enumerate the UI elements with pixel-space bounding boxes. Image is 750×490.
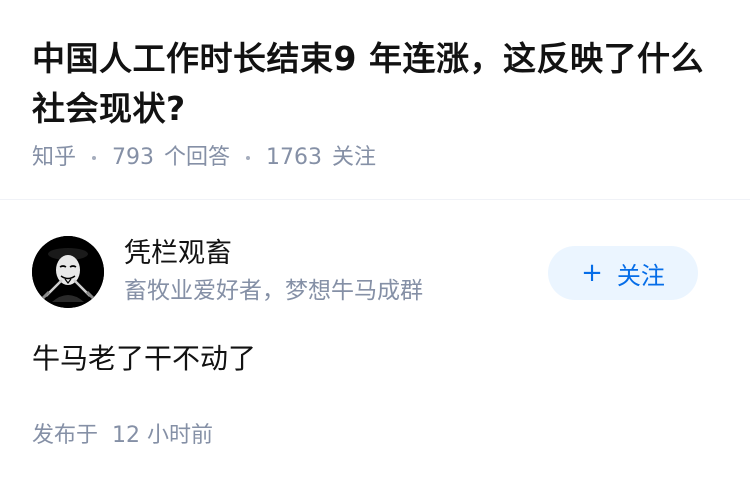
separator-dot-icon	[246, 156, 251, 160]
followers-label: 关注	[332, 145, 377, 170]
question-header: 中国人工作时长结束9 年连涨，这反映了什么社会现状? 知乎 793 个回答 17…	[32, 34, 722, 173]
question-title[interactable]: 中国人工作时长结束9 年连涨，这反映了什么社会现状?	[32, 34, 722, 134]
source-label[interactable]: 知乎	[32, 143, 76, 173]
follow-button[interactable]: + 关注	[548, 246, 698, 300]
time-prefix: 发布于	[32, 423, 99, 448]
plus-icon: +	[581, 258, 603, 288]
avatar[interactable]	[32, 236, 104, 308]
separator-dot-icon	[92, 156, 97, 160]
time-value: 12 小时前	[112, 423, 214, 448]
masked-face-avatar-icon	[32, 236, 104, 308]
author-bio: 畜牧业爱好者，梦想牛马成群	[124, 278, 423, 304]
answers-label[interactable]: 个回答	[164, 143, 230, 173]
author-info: 凭栏观畜 畜牧业爱好者，梦想牛马成群	[124, 234, 423, 308]
answers-count[interactable]: 793	[112, 143, 154, 173]
answer-time: 发布于 12 小时前	[32, 420, 213, 452]
answer-content[interactable]: 牛马老了干不动了	[32, 338, 256, 380]
author-name[interactable]: 凭栏观畜	[124, 234, 423, 274]
question-meta: 知乎 793 个回答 1763 关注	[32, 143, 722, 173]
follow-label: 关注	[616, 261, 665, 290]
section-divider	[0, 199, 750, 200]
followers-count: 1763	[266, 145, 323, 170]
author-row: 凭栏观畜 畜牧业爱好者，梦想牛马成群 + 关注	[32, 234, 718, 310]
